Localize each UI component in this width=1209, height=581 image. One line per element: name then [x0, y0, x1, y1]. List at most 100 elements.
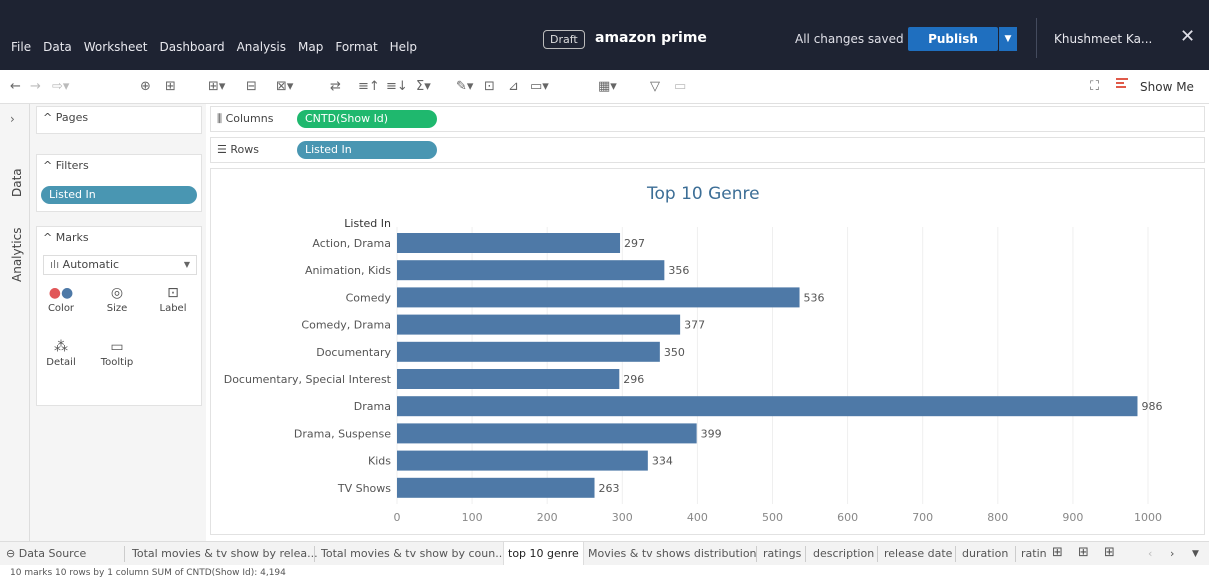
tooltip-icon[interactable]: ▽ — [650, 79, 660, 94]
tab-separator — [124, 546, 125, 562]
marks-card-title[interactable]: ^ Marks — [37, 227, 201, 248]
sheet-tab[interactable]: ratin — [1021, 547, 1047, 560]
device-preview-icon[interactable]: ▭ — [674, 79, 686, 94]
duplicate-sheet-icon[interactable]: ⊟ — [246, 79, 257, 94]
x-tick-label: 900 — [1062, 511, 1083, 524]
bar — [397, 260, 665, 281]
menu-worksheet[interactable]: Worksheet — [84, 40, 148, 54]
show-me-button[interactable]: Show Me — [1140, 80, 1194, 94]
show-me-icon[interactable] — [1116, 78, 1130, 92]
new-worksheet-icon[interactable]: ⊞ — [1052, 545, 1063, 560]
data-label: 334 — [652, 455, 673, 468]
fix-axes-icon[interactable]: ⊿ — [508, 79, 519, 94]
data-label: 297 — [624, 237, 645, 250]
highlight-icon[interactable]: ✎▾ — [456, 79, 473, 94]
new-story-icon[interactable]: ⊞ — [1104, 545, 1115, 560]
label-label: Label — [159, 303, 187, 314]
sheet-tab[interactable]: description — [813, 547, 874, 560]
bar — [397, 477, 595, 498]
fit-icon[interactable]: ▭▾ — [530, 79, 549, 94]
rows-icon: ☰ — [217, 143, 231, 156]
menu-format[interactable]: Format — [335, 40, 377, 54]
columns-shelf[interactable]: ⫼ Columns CNTD(Show Id) — [210, 106, 1205, 132]
columns-shelf-label: ⫼ Columns — [217, 112, 274, 125]
workbook-title[interactable]: amazon prime — [595, 30, 707, 46]
labels-icon[interactable]: ⊡ — [484, 79, 495, 94]
x-tick-label: 700 — [912, 511, 933, 524]
bar — [397, 341, 660, 362]
rows-pill[interactable]: Listed In — [297, 141, 437, 159]
status-bar: 10 marks 10 rows by 1 column SUM of CNTD… — [0, 565, 1209, 581]
new-worksheet-icon[interactable]: ⊞▾ — [208, 79, 225, 94]
publish-dropdown-icon[interactable]: ▼ — [999, 27, 1017, 51]
pause-updates-icon[interactable]: ⊞ — [165, 79, 176, 94]
detail-button[interactable]: ⁂ Detail — [41, 339, 81, 368]
scroll-left-icon[interactable]: ‹ — [1148, 547, 1152, 560]
redo-icon[interactable]: → — [30, 79, 41, 94]
category-label: Documentary — [316, 346, 391, 359]
category-label: Comedy, Drama — [301, 319, 391, 332]
filters-card-title[interactable]: ^ Filters — [37, 155, 201, 176]
columns-pill[interactable]: CNTD(Show Id) — [297, 110, 437, 128]
sheet-tab-active[interactable]: top 10 genre — [503, 542, 584, 565]
label-button[interactable]: ⊡ Label — [153, 285, 193, 314]
menu-analysis[interactable]: Analysis — [237, 40, 286, 54]
tab-separator — [756, 546, 757, 562]
sheet-tab[interactable]: Total movies & tv show by coun... — [321, 547, 506, 560]
menu-dashboard[interactable]: Dashboard — [159, 40, 224, 54]
category-label: Kids — [368, 455, 391, 468]
tab-data[interactable]: Data — [10, 168, 24, 197]
swap-axes-icon[interactable]: ⇄ — [330, 79, 341, 94]
undo-icon[interactable]: ← — [10, 79, 21, 94]
sheet-tabs-bar: ⊖ Data Source Total movies & tv show by … — [0, 541, 1209, 565]
x-tick-label: 1000 — [1134, 511, 1162, 524]
bar — [397, 233, 621, 253]
sheet-tab[interactable]: ratings — [763, 547, 801, 560]
sheet-tab[interactable]: duration — [962, 547, 1008, 560]
pages-card-title[interactable]: ^ Pages — [37, 107, 201, 128]
color-button[interactable]: ●● Color — [41, 285, 81, 314]
sheet-tab[interactable]: Total movies & tv show by relea... — [132, 547, 318, 560]
menu-file[interactable]: File — [11, 40, 31, 54]
new-datasource-icon[interactable]: ⊕ — [140, 79, 151, 94]
tabs-menu-icon[interactable]: ▼ — [1192, 549, 1199, 559]
tooltip-button[interactable]: ▭ Tooltip — [97, 339, 137, 368]
color-icon: ●● — [48, 285, 74, 301]
x-tick-label: 800 — [987, 511, 1008, 524]
rows-shelf[interactable]: ☰ Rows Listed In — [210, 137, 1205, 163]
chart-view: Top 10 Genre Listed In Action, Drama 297 An… — [210, 168, 1205, 535]
mark-type-select[interactable]: ılı Automatic ▼ — [43, 255, 197, 275]
scroll-right-icon[interactable]: › — [1170, 547, 1174, 560]
sort-descending-icon[interactable]: ≡↓ — [386, 79, 408, 94]
expand-chevron-icon[interactable]: › — [10, 112, 15, 126]
binoculars-icon[interactable]: ⛶ — [1090, 79, 1099, 94]
clear-sheet-icon[interactable]: ⊠▾ — [276, 79, 293, 94]
sort-ascending-icon[interactable]: ≡↑ — [358, 79, 380, 94]
tab-analytics[interactable]: Analytics — [10, 228, 24, 283]
publish-button[interactable]: Publish — [908, 27, 998, 51]
data-label: 536 — [804, 291, 825, 304]
close-icon[interactable]: ✕ — [1180, 26, 1195, 47]
tooltip-icon: ▭ — [110, 339, 124, 355]
filter-pill-listed-in[interactable]: Listed In — [41, 186, 197, 204]
user-name[interactable]: Khushmeet Ka... — [1054, 32, 1152, 46]
size-button[interactable]: ◎ Size — [97, 285, 137, 314]
filters-card: ^ Filters Listed In — [36, 154, 202, 212]
menu-map[interactable]: Map — [298, 40, 323, 54]
data-source-tab[interactable]: ⊖ Data Source — [6, 547, 86, 560]
x-tick-label: 600 — [837, 511, 858, 524]
pages-card: ^ Pages — [36, 106, 202, 134]
menu-bar: File Data Worksheet Dashboard Analysis M… — [0, 0, 1209, 70]
detail-label: Detail — [46, 357, 76, 368]
menu-help[interactable]: Help — [390, 40, 417, 54]
bar-chart: Listed In Action, Drama 297 Animation, Kids… — [224, 217, 1163, 524]
bar — [397, 450, 648, 471]
database-icon: ⊖ — [6, 547, 19, 560]
sheet-tab[interactable]: Movies & tv shows distribution — [588, 547, 757, 560]
sheet-tab[interactable]: release date — [884, 547, 952, 560]
new-dashboard-icon[interactable]: ⊞ — [1078, 545, 1089, 560]
replay-icon[interactable]: ⇨▾ — [52, 79, 69, 94]
presentation-icon[interactable]: ▦▾ — [598, 79, 617, 94]
totals-icon[interactable]: Σ▾ — [416, 79, 431, 94]
menu-data[interactable]: Data — [43, 40, 72, 54]
